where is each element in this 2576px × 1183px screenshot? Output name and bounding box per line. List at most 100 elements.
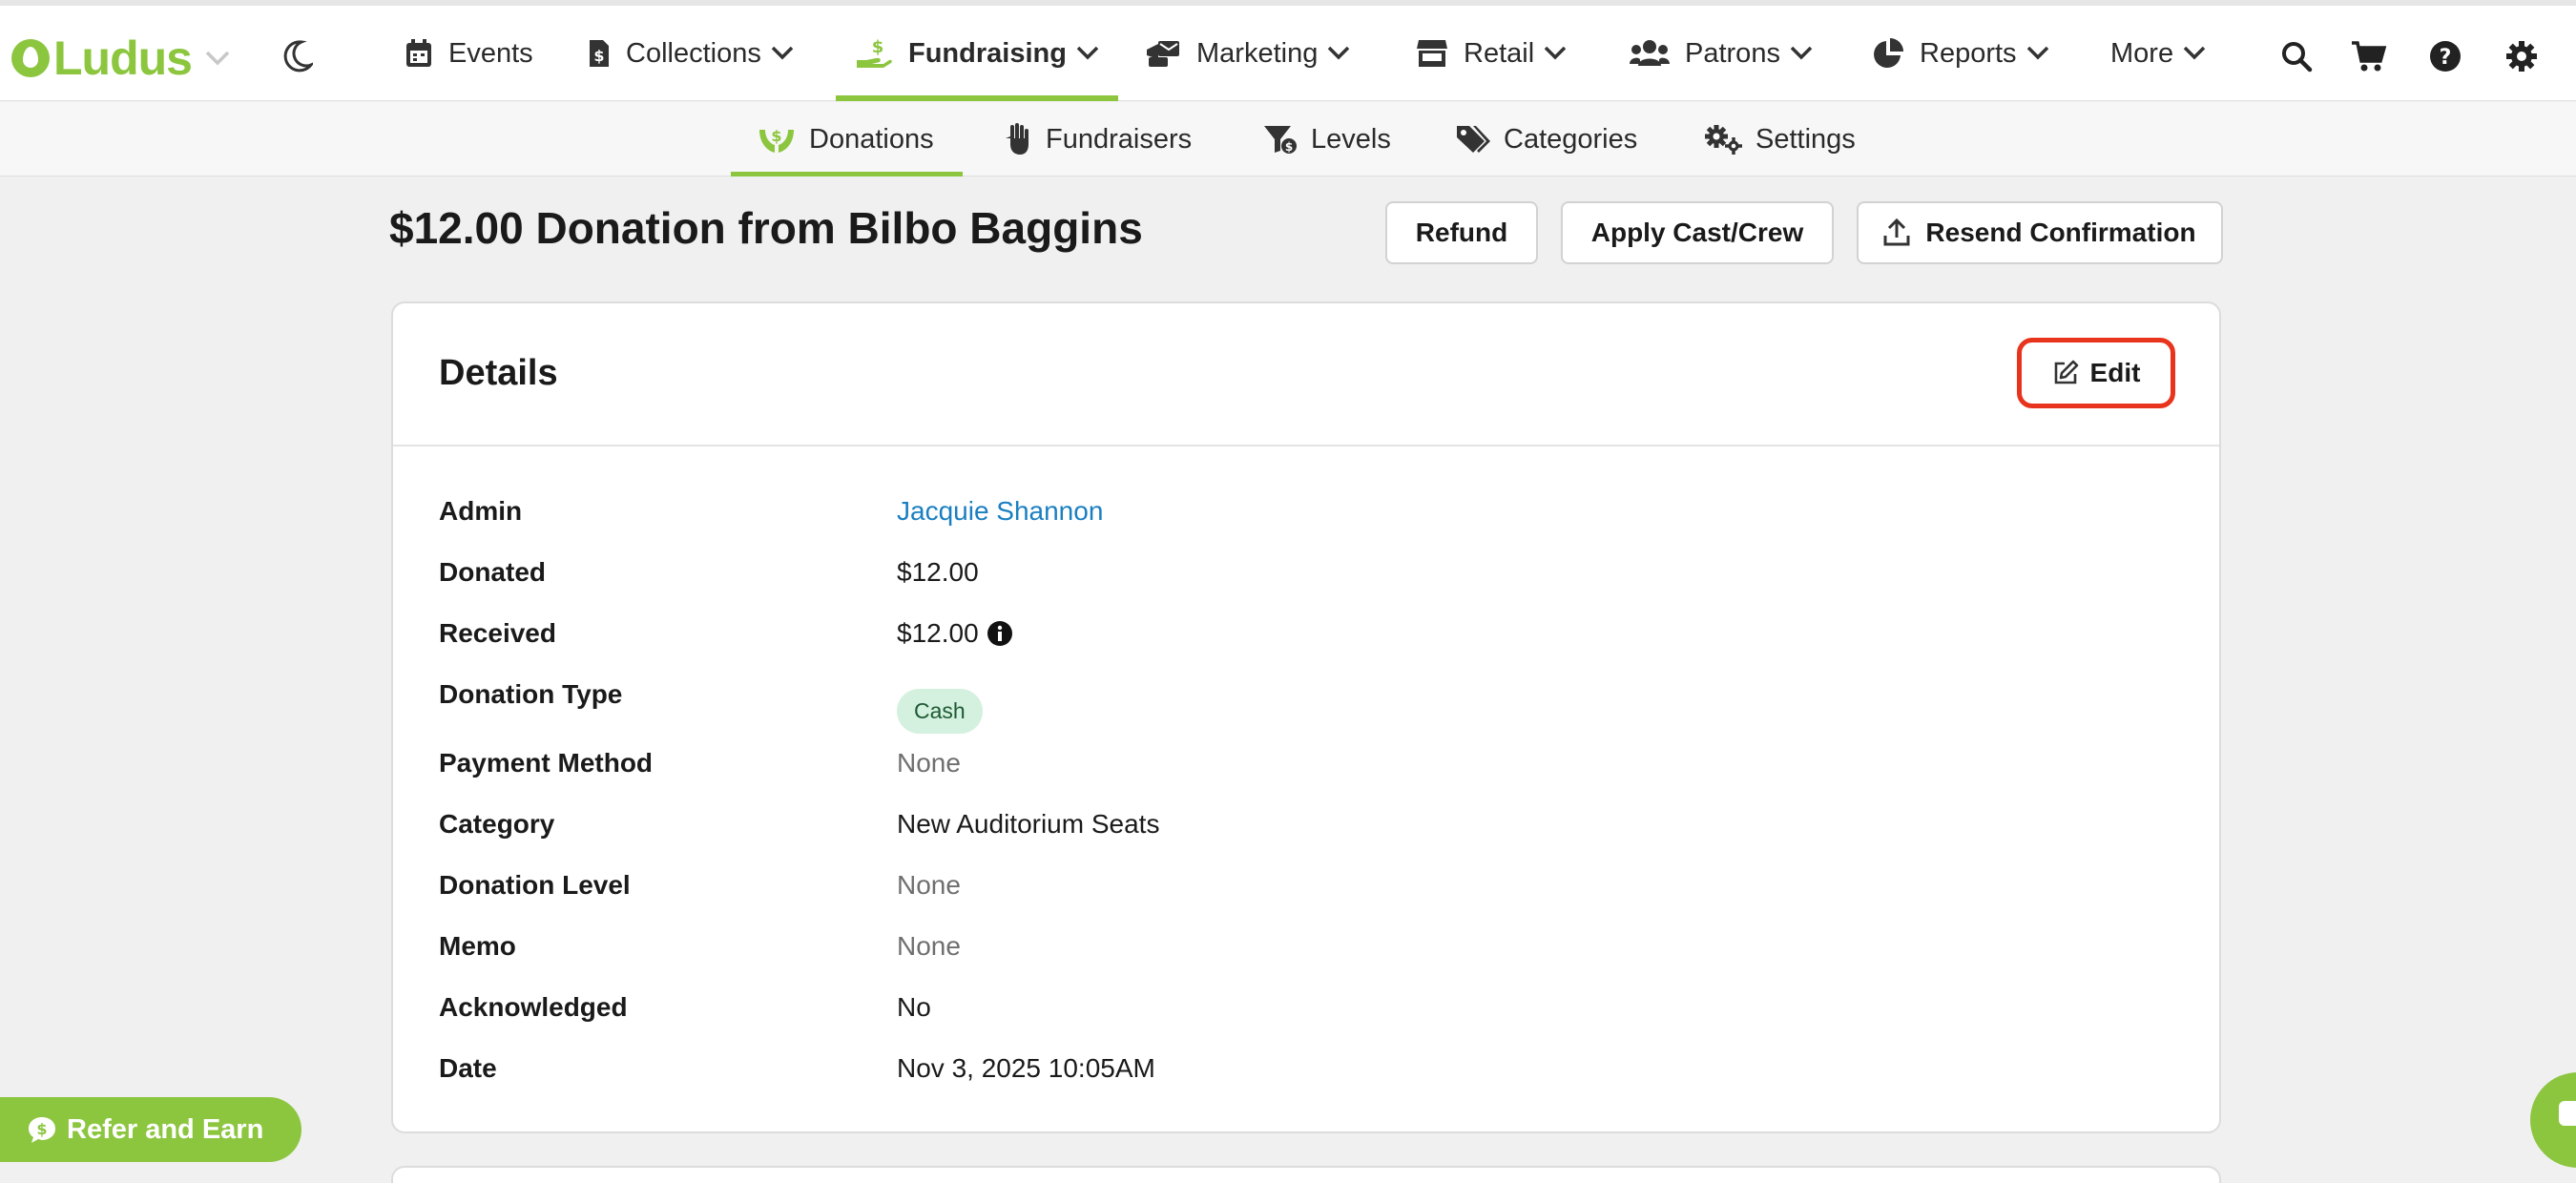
chevron-down-icon bbox=[1076, 46, 1099, 60]
nav-label: Patrons bbox=[1685, 37, 1780, 69]
store-icon bbox=[1417, 40, 1447, 67]
subnav-levels[interactable]: $ Levels bbox=[1263, 102, 1391, 176]
subnav-settings[interactable]: Settings bbox=[1704, 102, 1856, 176]
donation-type-value: Cash bbox=[897, 689, 983, 734]
nav-retail[interactable]: Retail bbox=[1416, 6, 1567, 101]
details-title: Details bbox=[439, 353, 558, 393]
detail-row-acknowledged: Acknowledged No bbox=[439, 988, 2156, 1027]
svg-text:$: $ bbox=[36, 1120, 47, 1138]
detail-value: $12.00 bbox=[897, 557, 979, 587]
detail-label: Donation Type bbox=[439, 679, 623, 709]
resend-confirmation-label: Resend Confirmation bbox=[1925, 218, 2196, 247]
nav-fundraising[interactable]: $ Fundraising bbox=[836, 6, 1118, 101]
funnel-dollar-icon: $ bbox=[1264, 126, 1297, 154]
detail-row-payment-method: Payment Method None bbox=[439, 744, 2156, 782]
detail-value: No bbox=[897, 992, 931, 1022]
apply-cast-crew-button[interactable]: Apply Cast/Crew bbox=[1561, 201, 1834, 264]
nav-label: Marketing bbox=[1196, 37, 1319, 69]
detail-label: Donated bbox=[439, 557, 546, 587]
chat-launcher[interactable] bbox=[2530, 1072, 2576, 1168]
detail-value: $12.00 bbox=[897, 618, 979, 648]
moon-icon[interactable] bbox=[282, 40, 313, 73]
detail-row-donation-type: Donation Type Cash bbox=[439, 675, 2156, 734]
detail-value: None bbox=[897, 931, 961, 961]
nav-label: Retail bbox=[1464, 37, 1535, 69]
admin-link[interactable]: Jacquie Shannon bbox=[897, 496, 1103, 527]
donation-hands-icon: $ bbox=[759, 127, 794, 153]
subnav-fundraisers[interactable]: Fundraisers bbox=[1004, 102, 1192, 176]
detail-row-received: Received $12.00 bbox=[439, 614, 2156, 653]
cart-icon[interactable] bbox=[2351, 40, 2387, 73]
detail-row-memo: Memo None bbox=[439, 927, 2156, 965]
chevron-down-icon bbox=[1790, 46, 1813, 60]
detail-row-date: Date Nov 3, 2025 10:05AM bbox=[439, 1049, 2156, 1088]
refund-button[interactable]: Refund bbox=[1385, 201, 1538, 264]
gear-icon[interactable] bbox=[2505, 40, 2538, 73]
nav-patrons[interactable]: Patrons bbox=[1630, 6, 1813, 101]
nav-events[interactable]: Events bbox=[405, 6, 533, 101]
pie-chart-icon bbox=[1874, 38, 1903, 68]
detail-label: Memo bbox=[439, 931, 516, 961]
nav-label: Events bbox=[448, 37, 533, 69]
chevron-down-icon bbox=[2183, 46, 2206, 60]
info-icon[interactable] bbox=[987, 620, 1013, 647]
detail-value: None bbox=[897, 870, 961, 900]
nav-reports[interactable]: Reports bbox=[1872, 6, 2049, 101]
nav-label: Fundraising bbox=[908, 37, 1067, 69]
detail-value: New Auditorium Seats bbox=[897, 809, 1160, 839]
nav-more[interactable]: More bbox=[2110, 6, 2206, 101]
chevron-down-icon[interactable] bbox=[205, 51, 230, 66]
donation-type-badge: Cash bbox=[897, 689, 983, 734]
search-icon[interactable] bbox=[2280, 40, 2313, 73]
chevron-down-icon bbox=[2026, 46, 2048, 60]
refer-label: Refer and Earn bbox=[67, 1113, 264, 1145]
tags-icon bbox=[1457, 126, 1490, 153]
subnav-label: Donations bbox=[809, 123, 934, 155]
nav-marketing[interactable]: Marketing bbox=[1145, 6, 1350, 101]
subnav-label: Fundraisers bbox=[1046, 123, 1193, 155]
resend-confirmation-button[interactable]: Resend Confirmation bbox=[1857, 201, 2223, 264]
subnav-donations[interactable]: $ Donations bbox=[731, 102, 963, 176]
ludus-logo[interactable]: Ludus bbox=[11, 31, 230, 86]
svg-text:$: $ bbox=[771, 127, 781, 145]
svg-text:$: $ bbox=[872, 37, 884, 57]
page-title: $12.00 Donation from Bilbo Baggins bbox=[389, 203, 1143, 253]
chevron-down-icon bbox=[771, 46, 794, 60]
detail-value: None bbox=[897, 748, 961, 778]
top-navigation: Ludus Events $ Collections $ Fundraising… bbox=[0, 6, 2576, 101]
gears-icon bbox=[1705, 125, 1742, 155]
detail-label: Acknowledged bbox=[439, 992, 628, 1022]
sub-navigation: $ Donations Fundraisers $ Levels Categor… bbox=[0, 102, 2576, 176]
refer-and-earn-button[interactable]: $ Refer and Earn bbox=[0, 1097, 301, 1162]
nav-label: Reports bbox=[1920, 37, 2017, 69]
mail-bullhorn-icon bbox=[1147, 41, 1179, 67]
subnav-categories[interactable]: Categories bbox=[1456, 102, 1637, 176]
svg-text:$: $ bbox=[1285, 140, 1293, 154]
detail-label: Admin bbox=[439, 496, 523, 526]
svg-text:?: ? bbox=[2440, 46, 2452, 70]
ludus-logo-icon bbox=[11, 39, 50, 77]
edit-icon bbox=[2054, 360, 2078, 384]
nav-label: Collections bbox=[626, 37, 761, 69]
nav-collections[interactable]: $ Collections bbox=[588, 6, 794, 101]
calendar-icon bbox=[406, 39, 431, 67]
received-value: $12.00 bbox=[897, 618, 1013, 649]
logo-text: Ludus bbox=[53, 31, 193, 85]
detail-row-category: Category New Auditorium Seats bbox=[439, 805, 2156, 843]
edit-button[interactable]: Edit bbox=[2026, 346, 2166, 400]
raised-hand-icon bbox=[1006, 123, 1028, 155]
svg-text:$: $ bbox=[593, 47, 604, 65]
chat-dollar-icon: $ bbox=[29, 1117, 55, 1143]
edit-label: Edit bbox=[2089, 358, 2141, 387]
details-card-header: Details Edit bbox=[393, 303, 2219, 446]
detail-row-donation-level: Donation Level None bbox=[439, 866, 2156, 904]
next-card bbox=[391, 1166, 2221, 1183]
hand-dollar-icon: $ bbox=[857, 37, 892, 68]
users-icon bbox=[1630, 40, 1670, 66]
detail-label: Category bbox=[439, 809, 555, 839]
subnav-label: Settings bbox=[1755, 123, 1856, 155]
help-icon[interactable]: ? bbox=[2429, 40, 2462, 73]
detail-row-admin: Admin Jacquie Shannon bbox=[439, 492, 2156, 530]
detail-label: Date bbox=[439, 1053, 497, 1083]
subnav-label: Levels bbox=[1311, 123, 1391, 155]
